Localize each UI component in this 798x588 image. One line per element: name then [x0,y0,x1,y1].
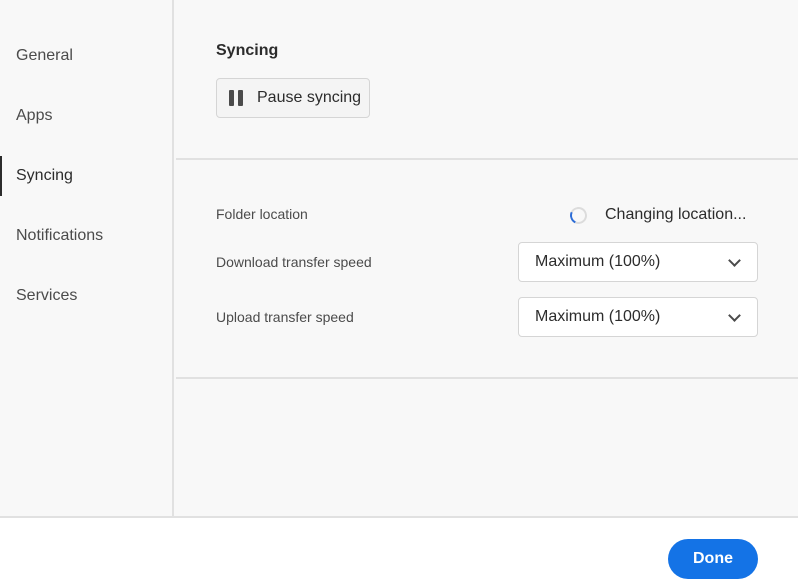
syncing-panel: Syncing Pause syncing Folder location Ch… [174,0,798,516]
divider [176,158,798,160]
sidebar-item-notifications[interactable]: Notifications [0,216,172,256]
sidebar-item-syncing[interactable]: Syncing [0,156,172,196]
chevron-down-icon [728,309,741,322]
upload-speed-value: Maximum (100%) [535,308,661,325]
pause-syncing-button[interactable]: Pause syncing [216,78,370,118]
chevron-down-icon [728,254,741,267]
pause-icon [227,89,245,107]
download-speed-value: Maximum (100%) [535,253,661,270]
pause-syncing-label: Pause syncing [257,89,362,106]
footer: Done [0,516,798,588]
section-title: Syncing [216,42,279,59]
done-button[interactable]: Done [668,539,758,579]
sidebar-item-services[interactable]: Services [0,276,172,316]
folder-location-status: Changing location... [567,204,747,226]
preferences-window: General Apps Syncing Notifications Servi… [0,0,798,588]
download-speed-select[interactable]: Maximum (100%) [518,242,758,282]
sidebar: General Apps Syncing Notifications Servi… [0,0,174,516]
folder-location-status-text: Changing location... [605,206,747,223]
sidebar-item-general[interactable]: General [0,36,172,76]
download-speed-label: Download transfer speed [216,254,372,270]
upload-speed-label: Upload transfer speed [216,309,354,325]
folder-location-label: Folder location [216,206,308,222]
sidebar-item-apps[interactable]: Apps [0,96,172,136]
divider [176,377,798,379]
spinner-icon [567,204,590,226]
upload-speed-select[interactable]: Maximum (100%) [518,297,758,337]
